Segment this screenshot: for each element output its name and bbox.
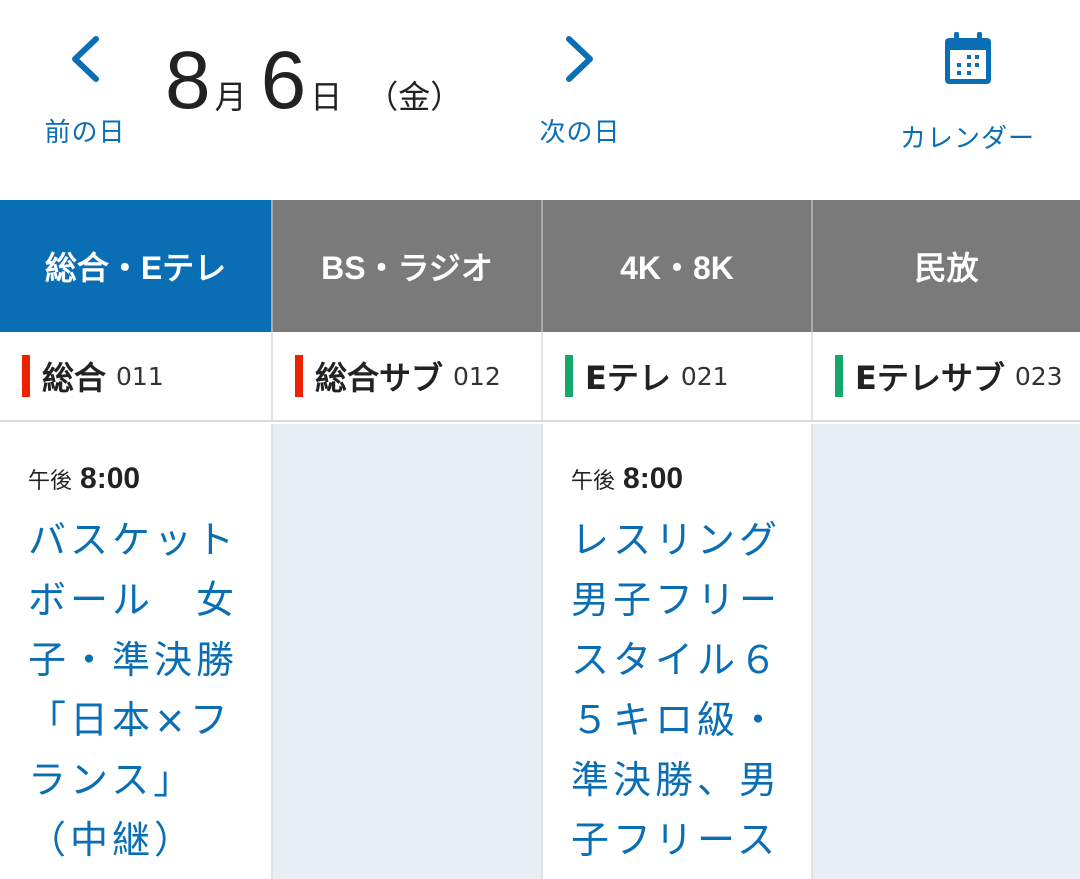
chevron-left-icon bbox=[72, 36, 99, 82]
prev-day-label: 前の日 bbox=[44, 118, 126, 148]
program-ampm: 午後 bbox=[571, 469, 616, 494]
program-cell[interactable]: 午後 8:00 レスリング男子フリースタイル６５キロ級・準決勝、男子フリース bbox=[571, 462, 801, 870]
channel-number: 023 bbox=[1014, 361, 1063, 391]
program-time: 午後 8:00 bbox=[571, 462, 801, 496]
chevron-right-icon bbox=[566, 36, 593, 82]
tab-4k-8k[interactable]: 4K・8K bbox=[541, 200, 811, 332]
calendar-button[interactable]: カレンダー bbox=[895, 30, 1040, 155]
channel-general-sub[interactable]: 総合サブ 012 bbox=[271, 332, 541, 420]
calendar-label: カレンダー bbox=[899, 124, 1035, 154]
program-column-general-sub bbox=[271, 424, 541, 879]
next-day-button[interactable]: 次の日 bbox=[535, 36, 625, 149]
program-column-etele: 午後 8:00 レスリング男子フリースタイル６５キロ級・準決勝、男子フリース bbox=[541, 424, 811, 879]
channel-etele[interactable]: Eテレ 021 bbox=[541, 332, 811, 420]
program-column-etele-sub bbox=[811, 424, 1080, 879]
program-ampm: 午後 bbox=[28, 469, 73, 494]
channel-general[interactable]: 総合 011 bbox=[0, 332, 271, 420]
program-time: 午後 8:00 bbox=[28, 462, 258, 496]
program-cell[interactable]: 午後 8:00 バスケットボール 女子・準決勝「日本×フランス」（中継） bbox=[28, 462, 258, 870]
program-column-general: 午後 8:00 バスケットボール 女子・準決勝「日本×フランス」（中継） bbox=[0, 424, 271, 879]
day-unit: 日 bbox=[310, 78, 343, 116]
channel-color-bar bbox=[22, 355, 30, 397]
channel-number: 012 bbox=[453, 361, 501, 391]
date-header: 前の日 8 月 6 日 （金） 次の日 カレンダー bbox=[0, 0, 1080, 200]
next-day-label: 次の日 bbox=[539, 118, 621, 148]
program-clock: 8:00 bbox=[80, 462, 141, 495]
channel-color-bar bbox=[835, 355, 843, 397]
current-date: 8 月 6 日 （金） bbox=[165, 40, 462, 130]
program-clock: 8:00 bbox=[623, 462, 684, 495]
channel-number: 021 bbox=[680, 361, 729, 391]
program-title-link[interactable]: バスケットボール 女子・準決勝「日本×フランス」（中継） bbox=[28, 510, 258, 870]
channel-etele-sub[interactable]: Eテレサブ 023 bbox=[811, 332, 1080, 420]
tab-commercial[interactable]: 民放 bbox=[811, 200, 1080, 332]
weekday: （金） bbox=[366, 78, 463, 116]
channel-name: 総合 bbox=[42, 359, 107, 397]
month-value: 8 bbox=[165, 35, 211, 126]
channel-color-bar bbox=[295, 355, 303, 397]
channel-color-bar bbox=[565, 355, 573, 397]
prev-day-button[interactable]: 前の日 bbox=[40, 36, 130, 149]
day-value: 6 bbox=[260, 35, 307, 126]
program-grid: 午後 8:00 バスケットボール 女子・準決勝「日本×フランス」（中継） 午後 … bbox=[0, 424, 1080, 879]
channel-name: Eテレ bbox=[585, 359, 671, 397]
month-unit: 月 bbox=[214, 78, 247, 116]
tab-bs-radio[interactable]: BS・ラジオ bbox=[271, 200, 541, 332]
channel-number: 011 bbox=[116, 361, 164, 391]
channel-name: Eテレサブ bbox=[855, 359, 1005, 397]
channel-name: 総合サブ bbox=[315, 359, 444, 397]
program-title-link[interactable]: レスリング男子フリースタイル６５キロ級・準決勝、男子フリース bbox=[571, 510, 801, 870]
channel-group-tabs: 総合・Eテレ BS・ラジオ 4K・8K 民放 bbox=[0, 200, 1080, 332]
tab-general-etele[interactable]: 総合・Eテレ bbox=[0, 200, 271, 332]
calendar-icon bbox=[944, 32, 991, 84]
channel-header-row: 総合 011 総合サブ 012 Eテレ 021 Eテレサブ 023 bbox=[0, 332, 1080, 422]
